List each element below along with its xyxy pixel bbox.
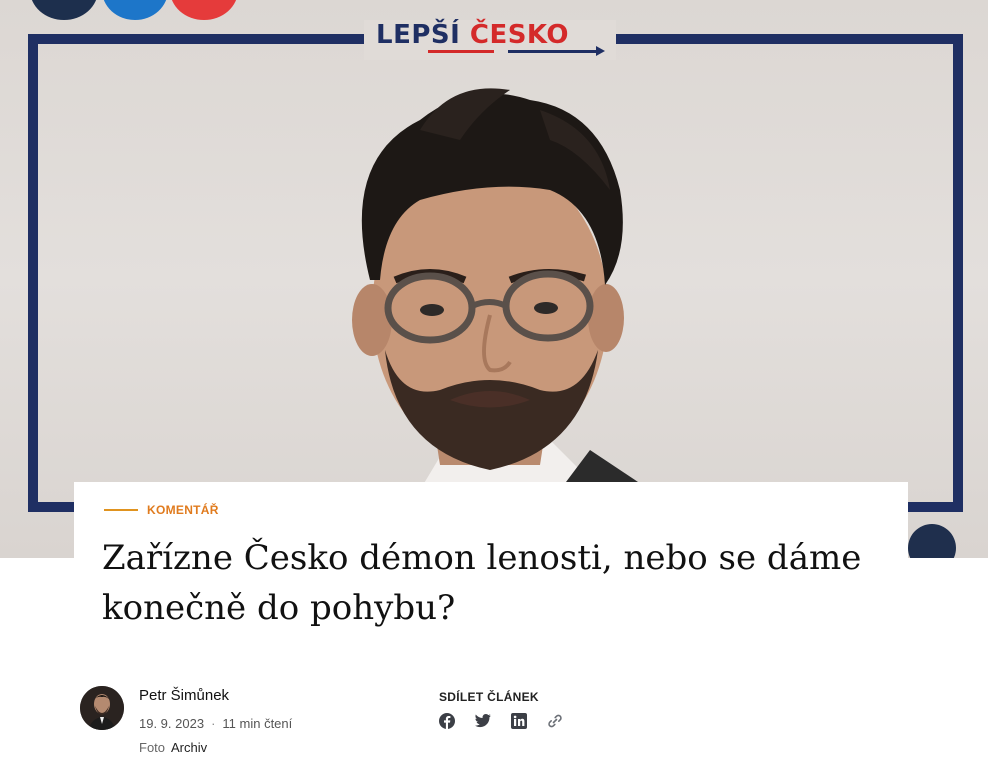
logo-word-lepsi: LEPŠÍ (376, 20, 461, 50)
publish-date: 19. 9. 2023 (139, 716, 205, 731)
linkedin-icon[interactable] (510, 712, 528, 730)
article-meta: 19. 9. 2023 · 11 min čtení (139, 716, 292, 731)
avatar[interactable] (80, 686, 124, 730)
photo-credit-value: Archiv (171, 740, 208, 755)
twitter-icon[interactable] (474, 712, 492, 730)
photo-credit-label: Foto (139, 740, 166, 755)
scroll-decoration (908, 524, 956, 558)
article-category[interactable]: KOMENTÁŘ (104, 503, 219, 517)
link-icon[interactable] (546, 712, 564, 730)
article-title: Zařízne Česko démon lenosti, nebo se dám… (102, 538, 862, 628)
logo-word-cesko: ČESKO (469, 20, 570, 50)
read-time: 11 min čtení (222, 716, 293, 731)
category-label[interactable]: KOMENTÁŘ (147, 503, 219, 517)
facebook-icon[interactable] (438, 712, 456, 730)
photo-credit: Foto Archiv (139, 740, 207, 755)
logo-underline (376, 46, 606, 56)
author-name[interactable]: Petr Šimůnek (139, 687, 229, 704)
share-buttons (438, 712, 582, 730)
share-circle-dark (30, 0, 98, 20)
meta-separator: · (211, 716, 216, 731)
category-line (104, 509, 138, 511)
hero-image: LEPŠÍ ČESKO (0, 0, 988, 558)
campaign-logo: LEPŠÍ ČESKO (376, 20, 569, 50)
share-circle-red (170, 0, 238, 20)
share-label: SDÍLET ČLÁNEK (439, 690, 539, 704)
share-circle-blue (102, 0, 168, 20)
author-portrait-photo (352, 88, 650, 490)
